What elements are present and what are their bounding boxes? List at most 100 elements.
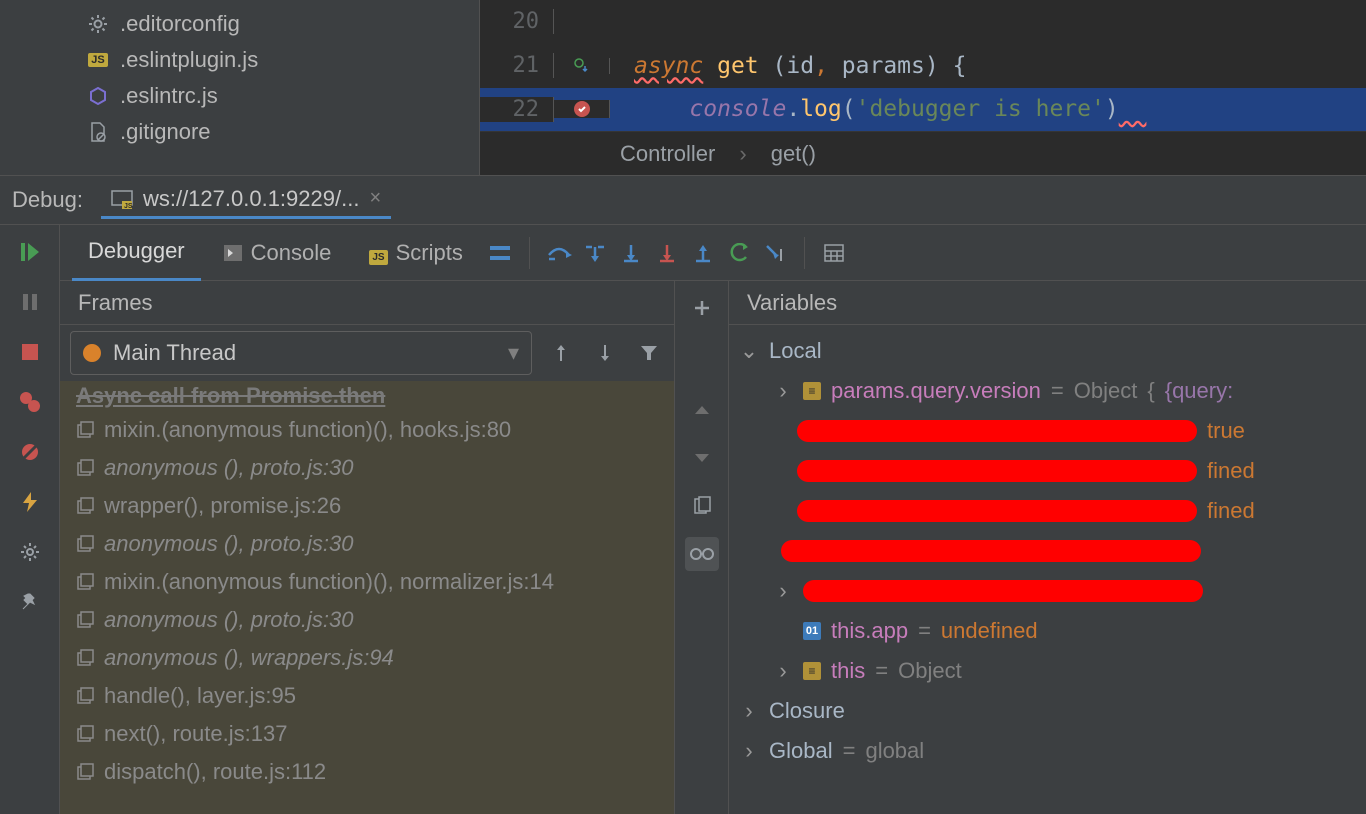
line-number: 20 [480,9,554,34]
file-icon [84,121,112,143]
project-tree: .editorconfig JS .eslintplugin.js .eslin… [0,0,480,175]
scope-closure[interactable]: › Closure [739,691,1356,731]
force-step-into-button[interactable] [652,238,682,268]
thread-selector[interactable]: Main Thread ▾ [70,331,532,375]
session-label: ws://127.0.0.1:9229/... [143,186,359,212]
stack-frame-icon [76,459,94,477]
debug-session-tab[interactable]: JS ws://127.0.0.1:9229/... × [101,182,391,219]
frame-item[interactable]: dispatch(), route.js:112 [60,753,674,791]
drop-frame-button[interactable] [724,238,754,268]
stack-frame-icon [76,497,94,515]
stack-frame-icon [76,611,94,629]
svg-text:JS: JS [124,203,133,210]
var-redacted[interactable]: fined [739,491,1356,531]
pin-icon[interactable] [13,585,47,619]
code-line[interactable]: async get (id, params) { [610,53,1366,79]
frame-item[interactable]: handle(), layer.js:95 [60,677,674,715]
close-icon[interactable]: × [369,187,381,210]
view-breakpoints-button[interactable] [13,385,47,419]
hex-icon [84,85,112,107]
tree-item-label: .eslintrc.js [120,83,218,109]
var-params-query-version[interactable]: › ≡ params.query.version = Object {{quer… [739,371,1356,411]
debug-title: Debug: [12,187,83,213]
var-this[interactable]: › ≡ this = Object [739,651,1356,691]
layout-settings-icon[interactable] [485,238,515,268]
collapse-up-icon[interactable] [685,393,719,427]
settings-icon[interactable] [13,535,47,569]
tab-console[interactable]: Console [207,226,348,280]
async-call-header: Async call from Promise.then [60,381,674,411]
breadcrumb-item[interactable]: Controller [620,141,715,167]
tree-item-eslintrc[interactable]: .eslintrc.js [0,78,479,114]
step-over-button[interactable] [544,238,574,268]
js-debug-icon: JS [111,188,133,210]
var-this-app[interactable]: 01 this.app = undefined [739,611,1356,651]
copy-icon[interactable] [685,489,719,523]
run-to-cursor-button[interactable] [760,238,790,268]
breadcrumb-item[interactable]: get() [771,141,816,167]
stack-frame-icon [76,421,94,439]
frame-item[interactable]: anonymous (), proto.js:30 [60,601,674,639]
tree-item-gitignore[interactable]: .gitignore [0,114,479,150]
scope-local[interactable]: ⌄ Local [739,331,1356,371]
object-icon: ≡ [803,662,821,680]
variables-header: Variables [729,281,1366,325]
chevron-down-icon: ⌄ [739,338,759,364]
var-redacted[interactable]: fined [739,451,1356,491]
tree-item-label: .editorconfig [120,11,240,37]
stack-frame-icon [76,649,94,667]
resume-button[interactable] [13,235,47,269]
prev-frame-button[interactable] [546,338,576,368]
tree-item-eslintplugin[interactable]: JS .eslintplugin.js [0,42,479,78]
scope-global[interactable]: › Global = global [739,731,1356,771]
stack-frame-icon [76,763,94,781]
tree-item-label: .gitignore [120,119,211,145]
stack-frame-icon [76,573,94,591]
watches-icon[interactable] [685,537,719,571]
console-icon [223,244,243,262]
frame-item[interactable]: wrapper(), promise.js:26 [60,487,674,525]
breadcrumb[interactable]: Controller › get() [480,131,1366,175]
tree-item-editorconfig[interactable]: .editorconfig [0,6,479,42]
gear-icon [84,13,112,35]
tab-debugger[interactable]: Debugger [72,224,201,281]
chevron-right-icon: › [739,738,759,764]
var-redacted[interactable]: true [739,411,1356,451]
frames-list[interactable]: Async call from Promise.then mixin.(anon… [60,381,674,814]
override-icon[interactable] [554,58,610,74]
frame-item[interactable]: anonymous (), wrappers.js:94 [60,639,674,677]
frame-item[interactable]: mixin.(anonymous function)(), hooks.js:8… [60,411,674,449]
step-out-button[interactable] [688,238,718,268]
tree-item-label: .eslintplugin.js [120,47,258,73]
filter-frames-button[interactable] [634,338,664,368]
frame-item[interactable]: mixin.(anonymous function)(), normalizer… [60,563,674,601]
var-redacted[interactable]: › [739,571,1356,611]
next-frame-button[interactable] [590,338,620,368]
mute-breakpoints-button[interactable] [13,435,47,469]
thread-status-icon [83,344,101,362]
add-watch-button[interactable] [685,291,719,325]
chevron-down-icon: ▾ [508,340,519,366]
step-into-button[interactable] [580,238,610,268]
chevron-right-icon: › [773,378,793,404]
code-line[interactable]: console.log('debugger is here') [610,96,1366,122]
var-redacted[interactable] [739,531,1356,571]
object-icon: ≡ [803,382,821,400]
editor[interactable]: 20 21 async get (id, params) { 22 consol… [480,0,1366,175]
frame-item[interactable]: anonymous (), proto.js:30 [60,449,674,487]
collapse-down-icon[interactable] [685,441,719,475]
line-number: 21 [480,53,554,78]
tab-scripts[interactable]: JS Scripts [353,226,478,280]
frame-item[interactable]: next(), route.js:137 [60,715,674,753]
evaluate-button[interactable] [819,238,849,268]
js-file-icon: JS [84,49,112,71]
bolt-icon[interactable] [13,485,47,519]
pause-button[interactable] [13,285,47,319]
chevron-right-icon: › [773,578,793,604]
step-into-my-button[interactable] [616,238,646,268]
frame-item[interactable]: anonymous (), proto.js:30 [60,525,674,563]
frames-header: Frames [60,281,674,325]
stop-button[interactable] [13,335,47,369]
chevron-right-icon: › [739,698,759,724]
breakpoint-icon[interactable] [554,100,610,118]
